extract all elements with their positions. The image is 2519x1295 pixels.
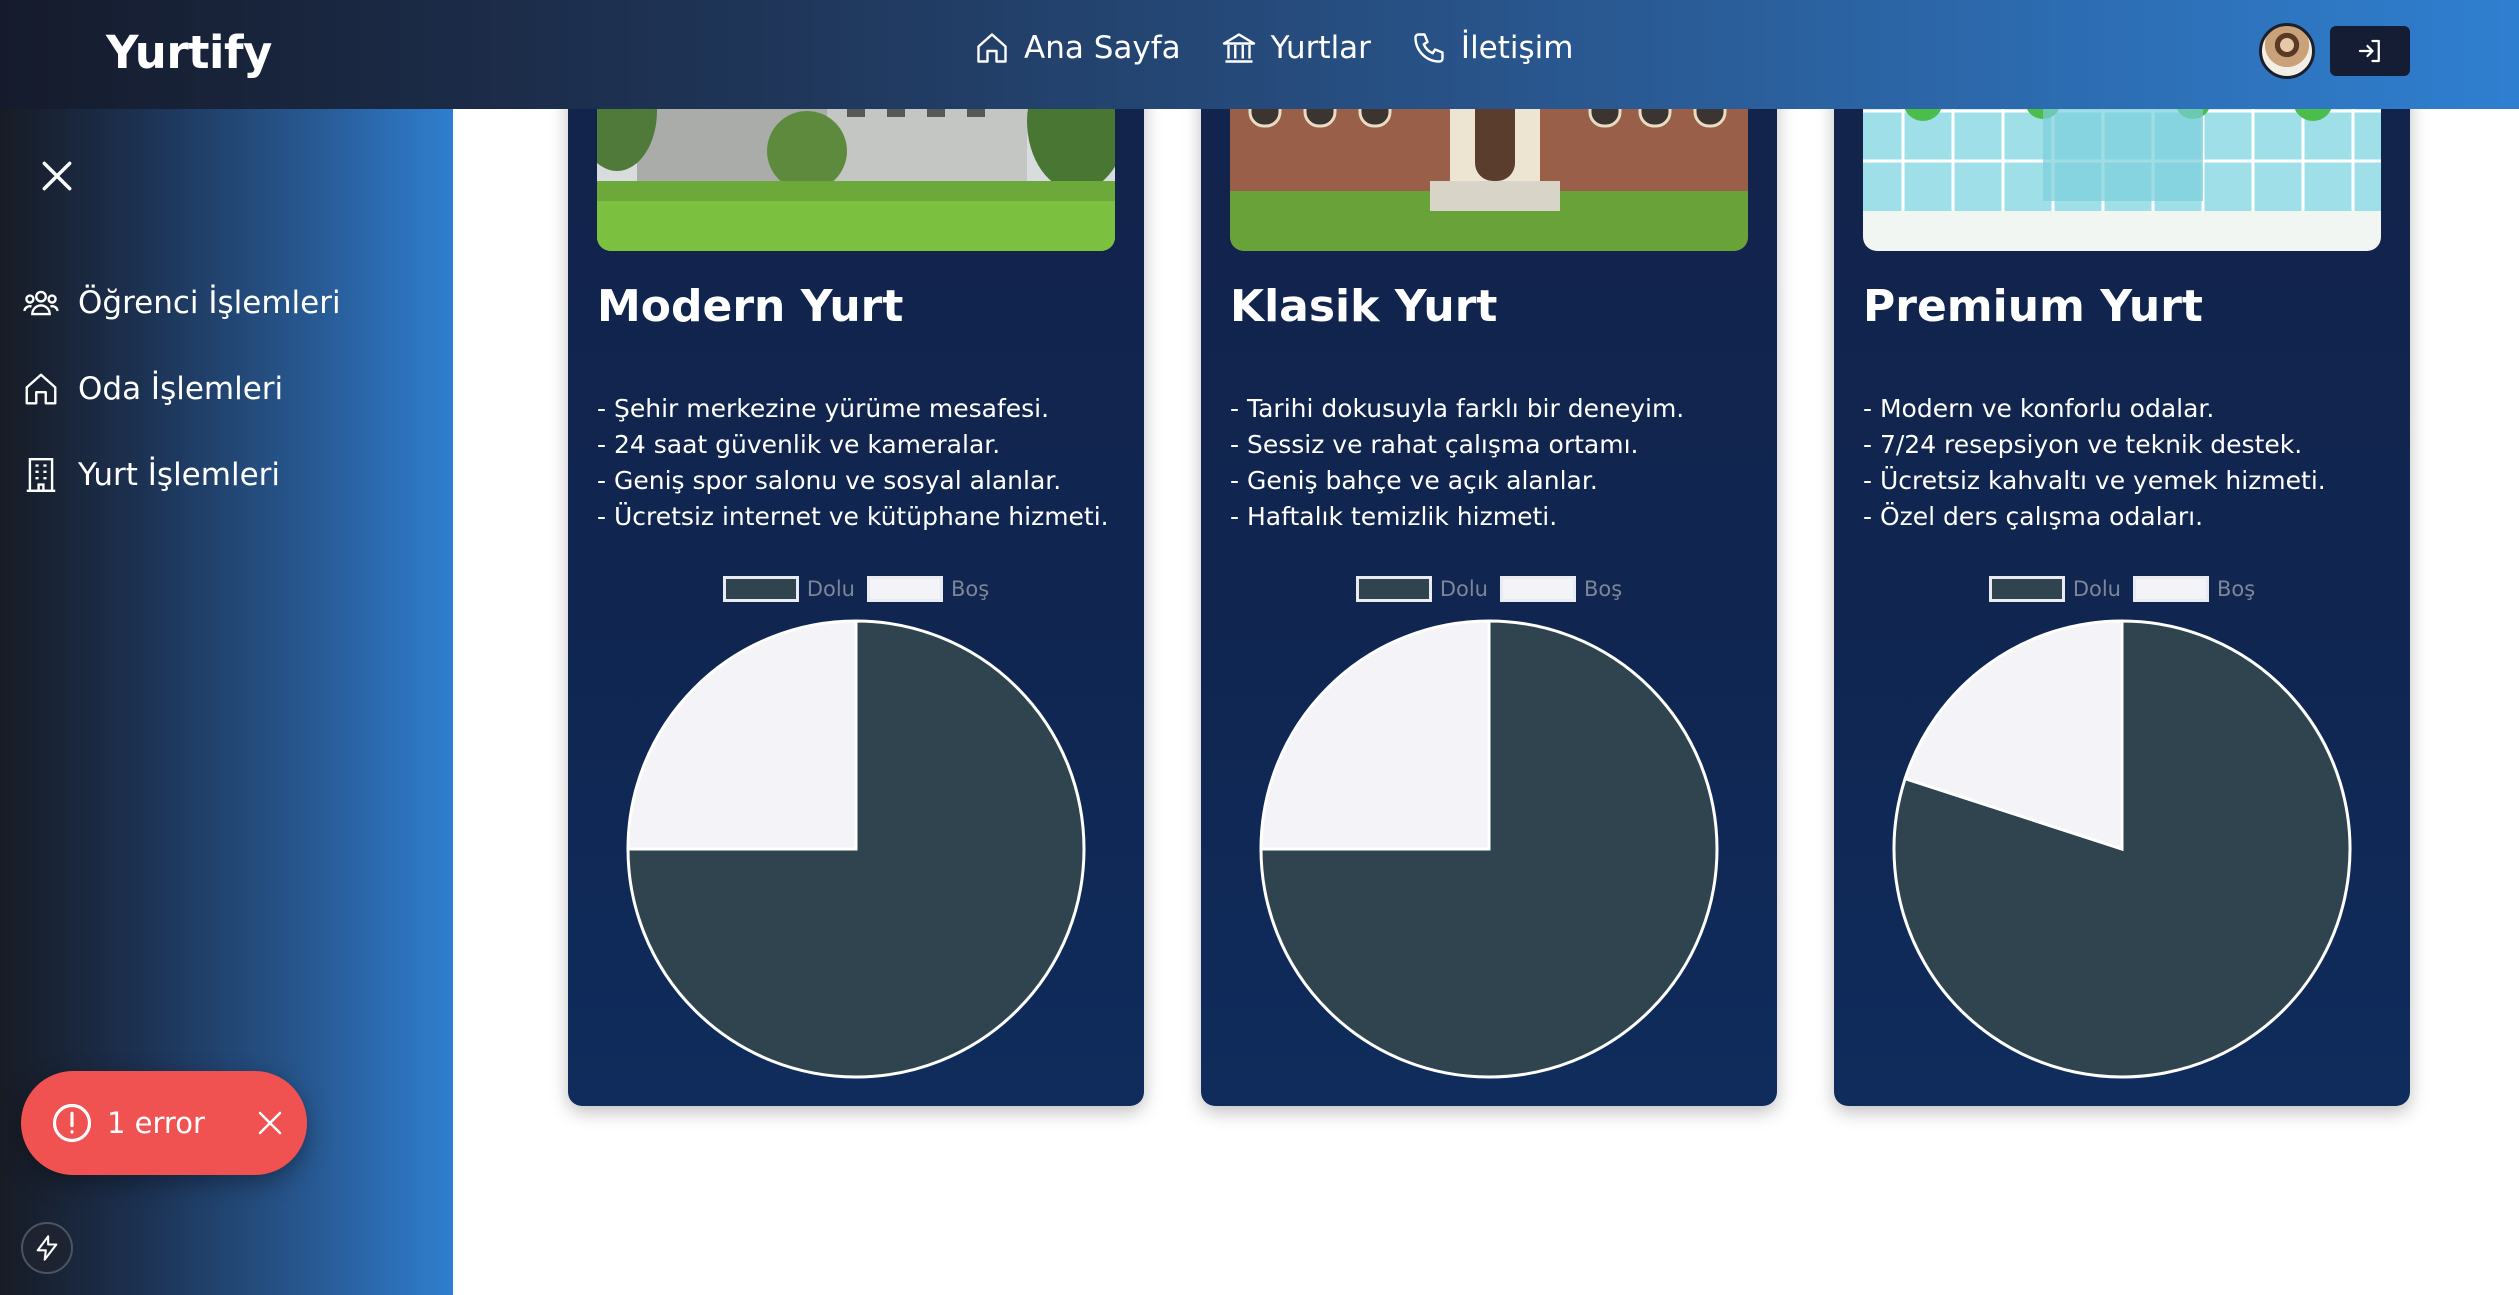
occupancy-pie-chart[interactable] xyxy=(1889,616,2355,1082)
logout-icon xyxy=(2358,39,2380,63)
nav-link-home[interactable]: Ana Sayfa xyxy=(974,30,1181,66)
legend-swatch-full xyxy=(1355,576,1432,602)
legend-label: Boş xyxy=(1583,577,1623,601)
dorm-title: Klasik Yurt xyxy=(1230,281,1498,332)
sidebar-item-rooms[interactable]: Oda İşlemleri xyxy=(22,370,283,408)
top-navbar: Yurtify Ana Sayfa Yurtlar İletişim xyxy=(0,0,2519,109)
legend-item-empty[interactable]: Boş xyxy=(1499,576,1623,602)
feature-item: - 7/24 resepsiyon ve teknik destek. xyxy=(1863,430,2303,459)
sidebar-item-dorms[interactable]: Yurt İşlemleri xyxy=(22,456,280,494)
dorm-features: - Modern ve konforlu odalar. - 7/24 rese… xyxy=(1863,391,2326,535)
error-toast[interactable]: 1 error xyxy=(21,1071,307,1175)
feature-item: - Ücretsiz kahvaltı ve yemek hizmeti. xyxy=(1863,466,2326,495)
sidebar-item-label: Oda İşlemleri xyxy=(78,371,284,407)
legend-label: Dolu xyxy=(2072,577,2121,601)
feature-item: - Haftalık temizlik hizmeti. xyxy=(1230,502,1558,531)
building-icon xyxy=(26,457,56,493)
feature-item: - Şehir merkezine yürüme mesafesi. xyxy=(597,394,1050,423)
legend-item-full[interactable]: Dolu xyxy=(1988,576,2121,602)
nav-link-contact[interactable]: İletişim xyxy=(1411,30,1574,66)
dorm-title: Modern Yurt xyxy=(597,281,904,332)
nav-link-label: İletişim xyxy=(1460,30,1574,66)
sidebar-item-label: Öğrenci İşlemleri xyxy=(78,285,341,321)
chart-legend: Dolu Boş xyxy=(568,576,1144,602)
error-count: 1 error xyxy=(107,1106,205,1140)
feature-item: - Ücretsiz internet ve kütüphane hizmeti… xyxy=(597,502,1109,531)
main-nav: Ana Sayfa Yurtlar İletişim xyxy=(974,30,1613,66)
feature-item: - Tarihi dokusuyla farklı bir deneyim. xyxy=(1230,394,1685,423)
chart-legend: Dolu Boş xyxy=(1834,576,2410,602)
legend-label: Boş xyxy=(2216,577,2256,601)
legend-swatch-empty xyxy=(2132,576,2209,602)
legend-item-full[interactable]: Dolu xyxy=(722,576,855,602)
legend-item-empty[interactable]: Boş xyxy=(866,576,990,602)
home-icon xyxy=(25,373,57,405)
quick-action-button[interactable] xyxy=(21,1222,73,1274)
legend-swatch-empty xyxy=(866,576,943,602)
legend-swatch-empty xyxy=(1499,576,1576,602)
legend-label: Dolu xyxy=(1439,577,1488,601)
feature-item: - Geniş spor salonu ve sosyal alanlar. xyxy=(597,466,1062,495)
dorm-features: - Tarihi dokusuyla farklı bir deneyim. -… xyxy=(1230,391,1684,535)
sidebar-item-students[interactable]: Öğrenci İşlemleri xyxy=(22,284,341,322)
brand-logo[interactable]: Yurtify xyxy=(106,26,272,79)
occupancy-pie-chart[interactable] xyxy=(623,616,1089,1082)
feature-item: - Özel ders çalışma odaları. xyxy=(1863,502,2204,531)
bank-icon xyxy=(1222,33,1255,63)
pie-slice-bo[interactable] xyxy=(626,619,858,851)
chart-legend: Dolu Boş xyxy=(1201,576,1777,602)
phone-icon xyxy=(1414,33,1444,63)
dorm-card: Premium Yurt - Modern ve konforlu odalar… xyxy=(1834,0,2410,1106)
legend-item-empty[interactable]: Boş xyxy=(2132,576,2256,602)
home-icon xyxy=(977,33,1007,63)
nav-link-label: Yurtlar xyxy=(1270,30,1371,66)
dorm-card: Modern Yurt - Şehir merkezine yürüme mes… xyxy=(568,0,1144,1106)
legend-label: Boş xyxy=(950,577,990,601)
nav-link-dorms[interactable]: Yurtlar xyxy=(1221,30,1371,66)
error-icon xyxy=(52,1103,92,1143)
feature-item: - 24 saat güvenlik ve kameralar. xyxy=(597,430,1001,459)
close-icon[interactable] xyxy=(255,1108,285,1138)
sidebar-item-label: Yurt İşlemleri xyxy=(78,457,280,493)
feature-item: - Modern ve konforlu odalar. xyxy=(1863,394,2215,423)
occupancy-pie-chart[interactable] xyxy=(1256,616,1722,1082)
legend-swatch-full xyxy=(722,576,799,602)
feature-item: - Geniş bahçe ve açık alanlar. xyxy=(1230,466,1598,495)
user-avatar[interactable] xyxy=(2259,23,2315,79)
close-sidebar-icon[interactable] xyxy=(38,157,76,195)
legend-label: Dolu xyxy=(806,577,855,601)
legend-swatch-full xyxy=(1988,576,2065,602)
legend-item-full[interactable]: Dolu xyxy=(1355,576,1488,602)
feature-item: - Sessiz ve rahat çalışma ortamı. xyxy=(1230,430,1639,459)
dorm-title: Premium Yurt xyxy=(1863,281,2203,332)
dorm-card: Klasik Yurt - Tarihi dokusuyla farklı bi… xyxy=(1201,0,1777,1106)
pie-slice-bo[interactable] xyxy=(1259,619,1491,851)
sidebar: Öğrenci İşlemleri Oda İşlemleri Yurt İşl… xyxy=(0,109,453,1295)
nav-link-label: Ana Sayfa xyxy=(1024,30,1181,66)
logout-button[interactable] xyxy=(2330,26,2410,76)
dorm-features: - Şehir merkezine yürüme mesafesi. - 24 … xyxy=(597,391,1109,535)
bolt-icon xyxy=(36,1235,58,1261)
users-icon xyxy=(23,290,59,316)
